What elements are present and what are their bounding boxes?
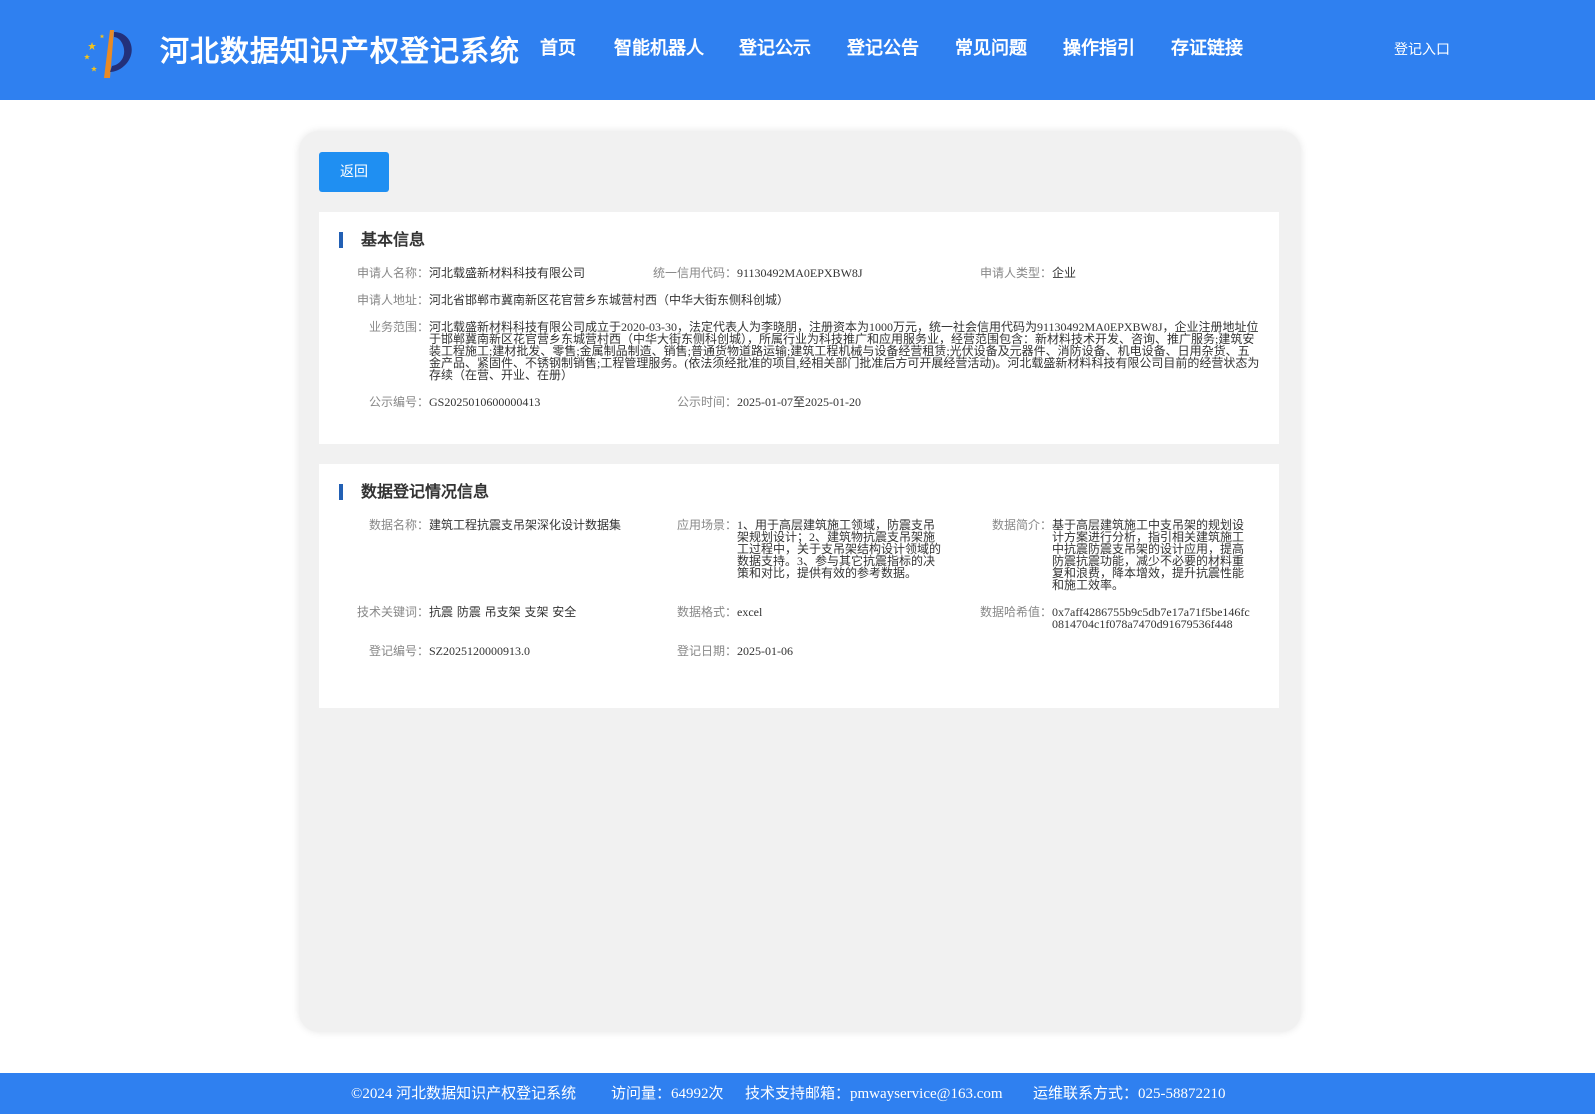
format-label: 数据格式：: [676, 605, 737, 619]
nav-evidence-link[interactable]: 存证链接: [1171, 34, 1243, 60]
nav-announcement[interactable]: 登记公告: [847, 34, 919, 60]
applicant-name-value: 河北载盛新材料科技有限公司: [429, 266, 586, 280]
nav-faq[interactable]: 常见问题: [955, 34, 1027, 60]
torch-logo-icon[interactable]: [80, 24, 138, 80]
registration-info-card: 数据登记情况信息 数据名称： 建筑工程抗震支吊架深化设计数据集 应用场景： 1、…: [319, 464, 1279, 708]
footer-visits: 访问量：64992次: [611, 1086, 724, 1102]
pub-no-label: 公示编号：: [368, 395, 429, 409]
nav-home[interactable]: 首页: [540, 34, 576, 60]
data-name-value: 建筑工程抗震支吊架深化设计数据集: [429, 518, 622, 532]
nav-publicity[interactable]: 登记公示: [739, 34, 811, 60]
reg-no-value: SZ2025120000913.0: [429, 644, 531, 658]
site-title: 河北数据知识产权登记系统: [160, 34, 521, 68]
keywords-value: 抗震 防震 吊支架 支架 安全: [429, 605, 577, 619]
data-name-label: 数据名称：: [368, 518, 429, 532]
registration-info-title: 数据登记情况信息: [339, 482, 489, 502]
footer-email: 技术支持邮箱：pmwayservice@163.com: [745, 1086, 1003, 1102]
scope-value: 河北载盛新材料科技有限公司成立于2020-03-30，法定代表人为李晓朋，注册资…: [429, 320, 1260, 382]
scenario-label: 应用场景：: [676, 518, 737, 532]
scenario-value: 1、用于高层建筑施工领域，防震支吊架规划设计；2、建筑物抗震支吊架施工过程中，关…: [737, 518, 942, 580]
reg-date-label: 登记日期：: [676, 644, 737, 658]
pub-no-value: GS2025010600000413: [429, 395, 541, 409]
basic-info-title: 基本信息: [339, 230, 425, 250]
reg-no-label: 登记编号：: [368, 644, 429, 658]
format-value: excel: [737, 605, 763, 619]
applicant-type-label: 申请人类型：: [979, 266, 1052, 280]
detail-panel: 返回 基本信息 申请人名称： 河北载盛新材料科技有限公司 统一信用代码： 911…: [299, 131, 1301, 1032]
hash-label: 数据哈希值：: [979, 605, 1052, 619]
address-label: 申请人地址：: [357, 293, 430, 307]
reg-date-value: 2025-01-06: [737, 644, 793, 658]
pub-time-label: 公示时间：: [676, 395, 737, 409]
footer-phone: 运维联系方式：025-58872210: [1033, 1086, 1226, 1102]
back-button[interactable]: 返回: [319, 152, 389, 192]
footer-copyright: ©2024 河北数据知识产权登记系统: [351, 1086, 577, 1102]
scope-label: 业务范围：: [368, 320, 429, 334]
keywords-label: 技术关键词：: [356, 605, 429, 619]
hash-value: 0x7aff4286755b9c5db7e17a71f5be146fc08147…: [1052, 605, 1250, 631]
credit-code-label: 统一信用代码：: [652, 266, 737, 280]
page-footer: ©2024 河北数据知识产权登记系统 访问量：64992次 技术支持邮箱：pmw…: [0, 1073, 1595, 1114]
credit-code-value: 91130492MA0EPXBW8J: [737, 266, 863, 280]
pub-time-value: 2025-01-07至2025-01-20: [737, 395, 861, 409]
basic-info-card: 基本信息 申请人名称： 河北载盛新材料科技有限公司 统一信用代码： 911304…: [319, 212, 1279, 444]
applicant-name-label: 申请人名称：: [357, 266, 430, 280]
nav-robot[interactable]: 智能机器人: [614, 34, 704, 60]
intro-label: 数据简介：: [991, 518, 1052, 532]
top-header: 河北数据知识产权登记系统 首页 智能机器人 登记公示 登记公告 常见问题 操作指…: [0, 0, 1595, 100]
applicant-type-value: 企业: [1052, 266, 1077, 280]
nav-guide[interactable]: 操作指引: [1063, 34, 1135, 60]
intro-value: 基于高层建筑施工中支吊架的规划设计方案进行分析，指引相关建筑施工中抗震防震支吊架…: [1052, 518, 1245, 592]
login-link[interactable]: 登记入口: [1394, 39, 1450, 59]
address-value: 河北省邯郸市冀南新区花官营乡东城营村西（中华大街东侧科创城）: [429, 293, 790, 307]
